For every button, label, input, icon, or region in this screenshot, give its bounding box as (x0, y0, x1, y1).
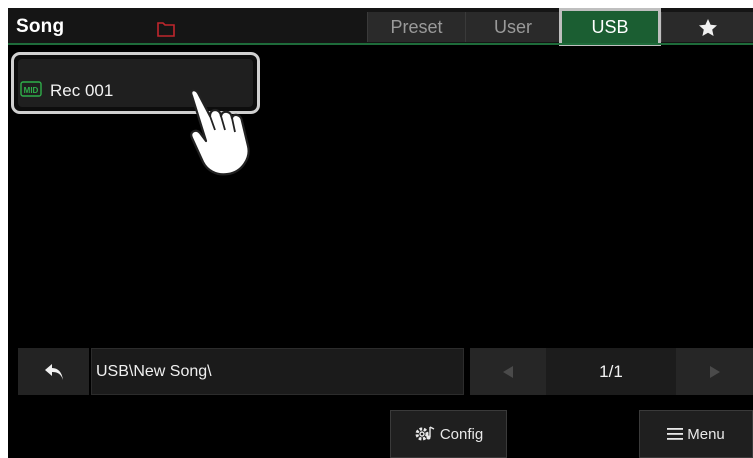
tab-preset[interactable]: Preset (367, 12, 465, 42)
folder-icon[interactable] (156, 20, 176, 38)
tab-usb-label: USB (591, 17, 629, 37)
back-button[interactable] (18, 348, 89, 395)
menu-label: Menu (687, 425, 725, 443)
config-label: Config (439, 425, 484, 443)
header-divider (8, 43, 753, 45)
triangle-right-icon (709, 365, 720, 378)
file-name: Rec 001 (50, 81, 114, 100)
page-title: Song (16, 16, 65, 37)
star-icon (699, 18, 717, 36)
pager: 1/1 (470, 348, 753, 395)
back-arrow-icon (44, 363, 63, 380)
song-screen: Song Preset User USB MID Rec 001 USB\New… (8, 8, 753, 458)
tab-preset-label: Preset (390, 17, 443, 37)
gear-note-icon (415, 426, 435, 441)
triangle-left-icon (503, 365, 513, 378)
tab-usb[interactable]: USB (559, 8, 661, 46)
current-path-field: USB\New Song\ (91, 348, 464, 395)
page-next-button[interactable] (676, 348, 753, 395)
header-bar: Song Preset User USB (8, 8, 753, 46)
hamburger-icon (667, 428, 684, 440)
tab-user[interactable]: User (465, 12, 560, 42)
tab-user-label: User (493, 17, 532, 37)
tab-favorites[interactable] (661, 12, 753, 42)
mid-icon-text: MID (24, 86, 39, 95)
page-prev-button[interactable] (470, 348, 546, 395)
mid-file-icon: MID (20, 81, 42, 97)
hand-pointer-icon (190, 89, 250, 176)
page-indicator: 1/1 (599, 362, 623, 381)
config-button[interactable]: Config (390, 410, 507, 458)
menu-button[interactable]: Menu (639, 410, 753, 458)
current-path-text: USB\New Song\ (96, 363, 212, 380)
